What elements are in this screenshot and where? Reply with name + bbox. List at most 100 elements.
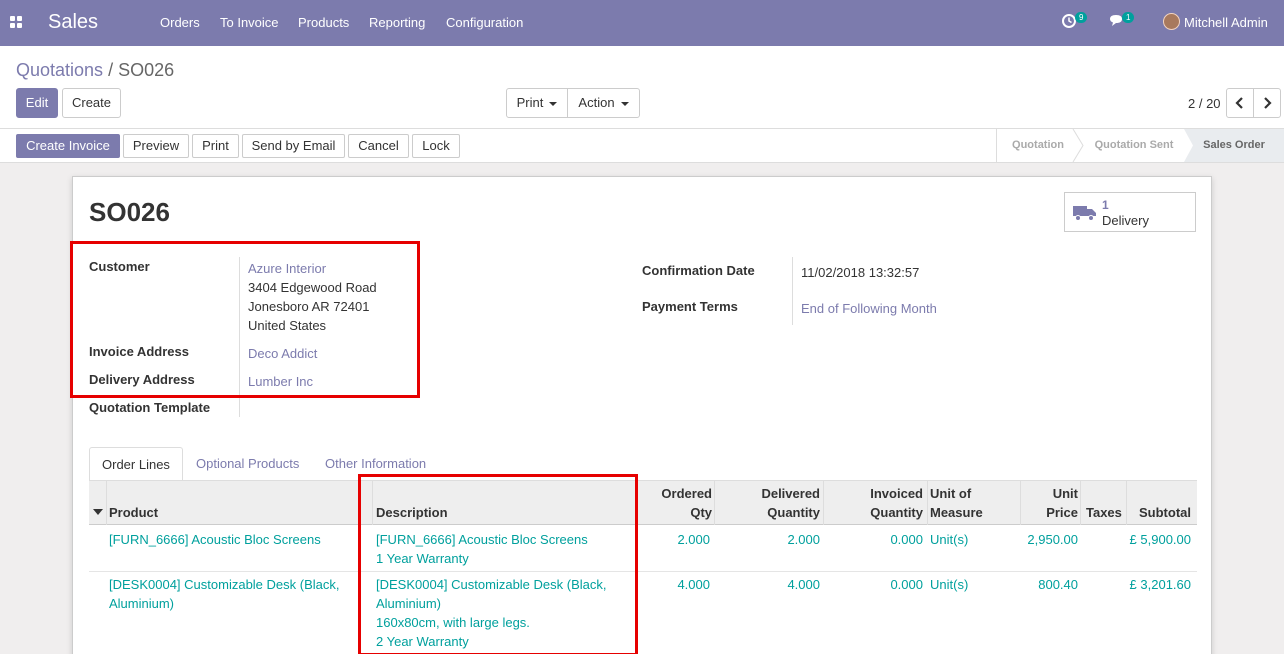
print-button[interactable]: Print: [192, 134, 239, 158]
delivery-smart-button[interactable]: 1 Delivery: [1064, 192, 1196, 232]
col-uom-line2: Measure: [930, 505, 983, 520]
truck-icon: [1073, 206, 1096, 221]
caret-down-icon: [620, 101, 629, 106]
row-uom: Unit(s): [930, 577, 969, 592]
col-subtotal[interactable]: Subtotal: [1139, 503, 1191, 522]
menu-configuration[interactable]: Configuration: [446, 15, 523, 30]
column-divider: [927, 481, 928, 525]
stage-quotation-sent[interactable]: Quotation Sent: [1084, 129, 1184, 162]
clock-icon: [1062, 14, 1076, 28]
column-divider: [1020, 481, 1021, 525]
menu-products[interactable]: Products: [298, 15, 349, 30]
field-divider: [792, 257, 793, 325]
chevron-right-icon: [1264, 97, 1272, 109]
tab-order-lines[interactable]: Order Lines: [89, 447, 183, 481]
send-by-email-button[interactable]: Send by Email: [242, 134, 345, 158]
col-delivered-line2: Quantity: [767, 505, 820, 520]
row-divider: [89, 571, 1197, 572]
stage-arrow-separator: [1072, 129, 1084, 162]
row-ordered-qty: 4.000: [677, 577, 710, 592]
confirmation-date-label: Confirmation Date: [642, 263, 755, 278]
row-subtotal: £ 5,900.00: [1129, 532, 1191, 547]
col-price-line1: Unit: [1052, 486, 1078, 501]
cancel-button[interactable]: Cancel: [348, 134, 409, 158]
top-navbar: Sales Orders To Invoice Products Reporti…: [0, 0, 1284, 46]
order-lines-header: Product Description Ordered Qty Delivere…: [89, 481, 1197, 525]
app-name: Sales: [48, 11, 99, 33]
stage-quotation[interactable]: Quotation: [997, 129, 1079, 162]
col-delivered-line1: Delivered: [761, 486, 820, 501]
col-price-line2: Price: [1046, 505, 1078, 520]
col-invoiced-quantity[interactable]: Invoiced Quantity: [870, 484, 923, 522]
row-product-line1: [DESK0004] Customizable Desk (Black,: [109, 577, 340, 592]
col-ordered-qty-line2: Qty: [690, 505, 712, 520]
col-delivered-quantity[interactable]: Delivered Quantity: [761, 484, 820, 522]
col-unit-of-measure[interactable]: Unit of Measure: [930, 484, 983, 522]
row-invoiced-qty: 0.000: [890, 532, 923, 547]
action-dropdown[interactable]: Action: [567, 88, 640, 118]
user-name: Mitchell Admin: [1184, 15, 1268, 30]
menu-reporting[interactable]: Reporting: [369, 15, 425, 30]
payment-terms-label: Payment Terms: [642, 299, 738, 314]
apps-menu-icon[interactable]: [10, 16, 22, 28]
stage-sales-order[interactable]: Sales Order: [1184, 129, 1284, 162]
activity-badge: 9: [1075, 12, 1088, 23]
row-product-line2: Aluminium): [109, 596, 175, 611]
column-divider: [106, 481, 107, 525]
col-invoiced-line2: Quantity: [870, 505, 923, 520]
row-unit-price: 2,950.00: [1027, 532, 1078, 547]
column-divider: [1080, 481, 1081, 525]
breadcrumb-separator: /: [108, 60, 114, 80]
column-divider: [823, 481, 824, 525]
delivery-label: Delivery: [1102, 213, 1149, 228]
quotation-template-label: Quotation Template: [89, 400, 211, 415]
lock-button[interactable]: Lock: [412, 134, 460, 158]
pager-next-button[interactable]: [1253, 88, 1281, 118]
action-dropdown-label: Action: [578, 95, 615, 110]
col-invoiced-line1: Invoiced: [870, 486, 923, 501]
col-ordered-qty[interactable]: Ordered Qty: [661, 484, 712, 522]
breadcrumb-parent[interactable]: Quotations: [16, 60, 103, 80]
create-invoice-button[interactable]: Create Invoice: [16, 134, 120, 158]
avatar: [1163, 13, 1180, 30]
col-uom-line1: Unit of: [930, 486, 972, 501]
highlight-box-description: [358, 474, 638, 654]
status-bar: Create Invoice Preview Print Send by Ema…: [0, 128, 1284, 163]
create-button[interactable]: Create: [62, 88, 121, 118]
print-dropdown-label: Print: [516, 95, 544, 110]
delivery-count: 1: [1102, 198, 1109, 212]
edit-button[interactable]: Edit: [16, 88, 58, 118]
breadcrumb-current: SO026: [118, 60, 175, 80]
highlight-box-addresses: [70, 241, 420, 398]
row-product[interactable]: [DESK0004] Customizable Desk (Black, Alu…: [109, 575, 339, 613]
pager-value[interactable]: 2 / 20: [1188, 96, 1221, 111]
col-unit-price[interactable]: Unit Price: [1046, 484, 1078, 522]
row-uom: Unit(s): [930, 532, 969, 547]
row-delivered-qty: 4.000: [787, 577, 820, 592]
preview-button[interactable]: Preview: [123, 134, 189, 158]
col-product[interactable]: Product: [109, 503, 158, 522]
confirmation-date-value: 11/02/2018 13:32:57: [801, 265, 920, 280]
row-subtotal: £ 3,201.60: [1129, 577, 1191, 592]
tab-optional-products[interactable]: Optional Products: [184, 447, 311, 481]
row-unit-price: 800.40: [1038, 577, 1078, 592]
pager-previous-button[interactable]: [1226, 88, 1254, 118]
record-title: SO026: [89, 197, 170, 227]
column-divider: [714, 481, 715, 525]
caret-down-icon: [549, 101, 558, 106]
col-ordered-qty-line1: Ordered: [661, 486, 712, 501]
breadcrumb: Quotations / SO026: [16, 60, 174, 81]
payment-terms-link[interactable]: End of Following Month: [801, 301, 937, 316]
row-ordered-qty: 2.000: [677, 532, 710, 547]
chevron-left-icon: [1235, 97, 1243, 109]
menu-to-invoice[interactable]: To Invoice: [220, 15, 279, 30]
messages-badge: 1: [1122, 12, 1135, 23]
caret-down-icon: [93, 509, 103, 515]
row-product[interactable]: [FURN_6666] Acoustic Bloc Screens: [109, 530, 321, 549]
col-taxes[interactable]: Taxes: [1086, 503, 1122, 522]
column-divider: [1126, 481, 1127, 525]
row-invoiced-qty: 0.000: [890, 577, 923, 592]
menu-orders[interactable]: Orders: [160, 15, 200, 30]
print-dropdown[interactable]: Print: [506, 88, 568, 118]
row-product-line1: [FURN_6666] Acoustic Bloc Screens: [109, 532, 321, 547]
